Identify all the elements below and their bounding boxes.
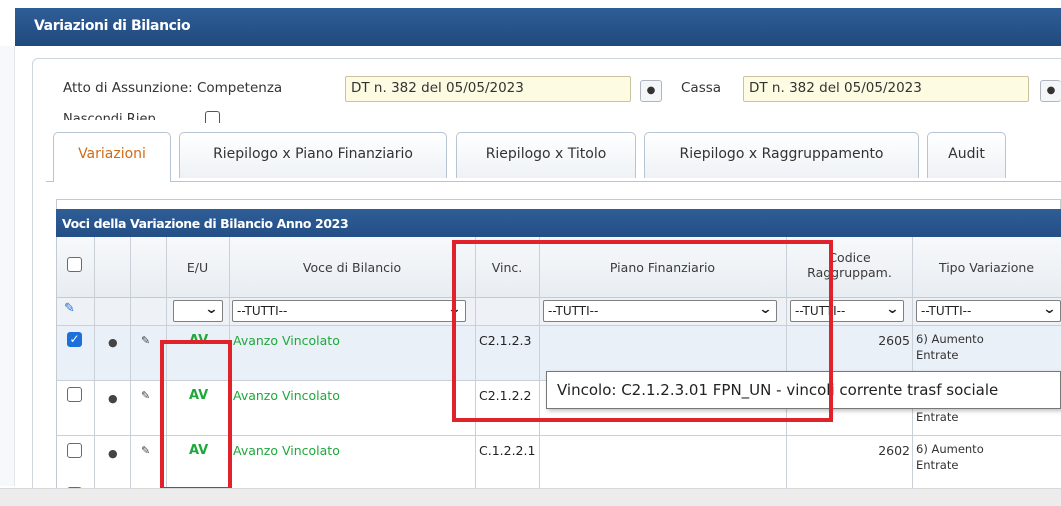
- bottom-bar: [0, 488, 1061, 506]
- eu-filter-select[interactable]: ⌄: [173, 300, 223, 322]
- row-checkbox[interactable]: [67, 443, 82, 458]
- row-checkbox[interactable]: ✓: [67, 332, 82, 347]
- eye-icon[interactable]: ●: [108, 447, 118, 460]
- grid-title: Voci della Variazione di Bilancio Anno 2…: [56, 209, 1061, 237]
- tab-riepilogo-piano-finanziario[interactable]: Riepilogo x Piano Finanziario: [179, 132, 447, 178]
- chevron-down-icon: ⌄: [204, 302, 219, 317]
- eye-icon: ●: [646, 85, 656, 96]
- left-gutter: [0, 46, 15, 486]
- tab-riepilogo-titolo[interactable]: Riepilogo x Titolo: [456, 132, 636, 178]
- voce-filter-select[interactable]: --TUTTI-- ⌄: [232, 300, 466, 322]
- tab-audit[interactable]: Audit: [927, 132, 1006, 178]
- cassa-field[interactable]: DT n. 382 del 05/05/2023: [743, 76, 1029, 102]
- row-tipo: 6) Aumento Entrate: [916, 332, 984, 362]
- row-checkbox[interactable]: [67, 387, 82, 402]
- row-vinc: C.1.2.2.1: [479, 443, 536, 458]
- atto-label: Atto di Assunzione: Competenza: [63, 80, 283, 96]
- row-voce[interactable]: Avanzo Vincolato: [233, 333, 340, 348]
- column-header-tipo[interactable]: Tipo Variazione: [912, 260, 1061, 275]
- eye-icon: ●: [1046, 85, 1056, 96]
- pencil-icon[interactable]: ✎: [141, 444, 150, 457]
- row-tipo: Entrate: [916, 410, 959, 424]
- tab-variazioni[interactable]: Variazioni: [53, 132, 171, 183]
- row-codice: 2605: [878, 333, 910, 348]
- chevron-down-icon: ⌄: [1042, 302, 1057, 317]
- eye-icon[interactable]: ●: [108, 392, 118, 405]
- tipo-filter-select[interactable]: --TUTTI-- ⌄: [916, 300, 1061, 322]
- column-divider: [912, 237, 913, 499]
- tipo-filter-value: --TUTTI--: [921, 304, 972, 318]
- window-title: Variazioni di Bilancio: [15, 8, 1061, 46]
- eraser-icon[interactable]: ✎: [64, 301, 75, 316]
- eye-icon[interactable]: ●: [108, 336, 118, 349]
- row-codice: 2602: [878, 443, 910, 458]
- column-divider: [130, 237, 131, 499]
- pencil-icon[interactable]: ✎: [141, 389, 150, 402]
- competenza-field[interactable]: DT n. 382 del 05/05/2023: [345, 76, 631, 102]
- tab-riepilogo-raggruppamento[interactable]: Riepilogo x Raggruppamento: [644, 132, 919, 178]
- cassa-label: Cassa: [681, 80, 722, 96]
- cassa-view-button[interactable]: ●: [1040, 80, 1061, 102]
- competenza-view-button[interactable]: ●: [640, 80, 662, 102]
- row-voce[interactable]: Avanzo Vincolato: [233, 388, 340, 403]
- column-header-voce[interactable]: Voce di Bilancio: [229, 260, 475, 275]
- voce-filter-value: --TUTTI--: [237, 304, 288, 318]
- nascondi-riep-label: Nascondi Riep: [63, 112, 156, 120]
- pencil-icon[interactable]: ✎: [141, 334, 150, 347]
- nascondi-riep-checkbox[interactable]: [205, 111, 220, 123]
- highlight-box-eu: [160, 340, 232, 491]
- select-all-checkbox[interactable]: [67, 257, 82, 272]
- row-voce[interactable]: Avanzo Vincolato: [233, 443, 340, 458]
- column-header-eu[interactable]: E/U: [166, 260, 229, 275]
- chevron-down-icon: ⌄: [885, 302, 900, 317]
- highlight-box-vinc: [452, 240, 833, 422]
- column-divider: [94, 237, 95, 499]
- row-tipo: 6) Aumento Entrate: [916, 442, 984, 472]
